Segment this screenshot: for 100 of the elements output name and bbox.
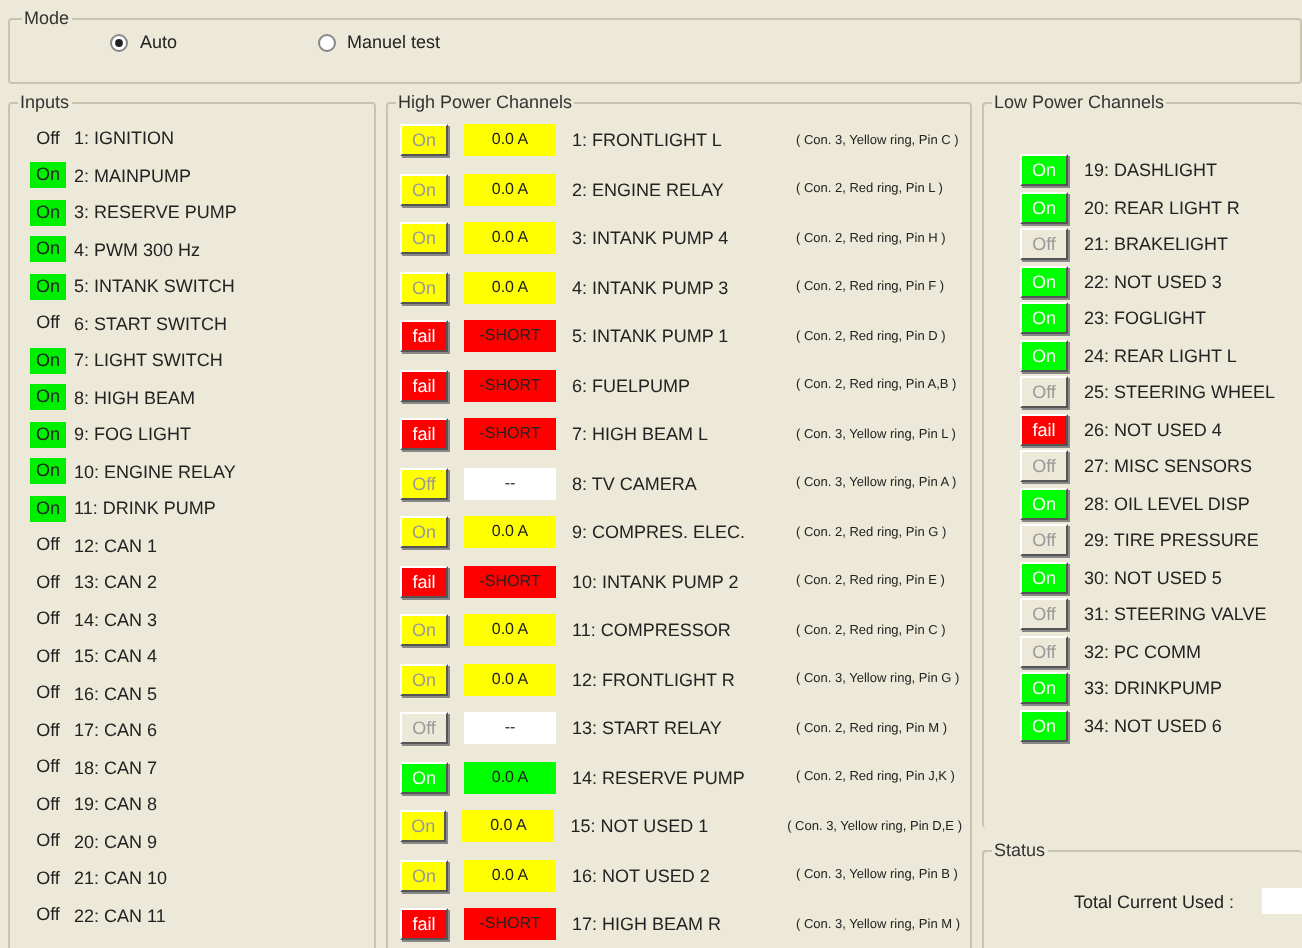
input-label: 9: FOG LIGHT (74, 424, 192, 445)
channel-toggle-button[interactable]: On (400, 663, 448, 696)
current-reading: 0.0 A (462, 810, 555, 843)
input-label: 6: START SWITCH (74, 313, 228, 334)
channel-label: 30: NOT USED 5 (1084, 567, 1222, 588)
channel-toggle-button[interactable]: Off (1020, 228, 1068, 261)
channel-toggle-button[interactable]: fail (400, 565, 448, 598)
channel-toggle-button[interactable]: On (400, 516, 448, 549)
current-reading: 0.0 A (464, 124, 556, 157)
channel-label: 31: STEERING VALVE (1084, 604, 1267, 625)
channel-toggle-button[interactable]: Off (1020, 598, 1068, 631)
input-label: 8: HIGH BEAM (74, 387, 196, 408)
channel-toggle-button[interactable]: Off (1020, 376, 1068, 409)
current-reading: -- (464, 712, 556, 745)
channel-toggle-button[interactable]: Off (1020, 524, 1068, 557)
channel-toggle-button[interactable]: On (1020, 561, 1068, 594)
channel-label: 27: MISC SENSORS (1084, 456, 1253, 477)
channel-toggle-button[interactable]: fail (1020, 413, 1068, 446)
status-indicator: Off (34, 754, 62, 781)
channel-label: 7: HIGH BEAM L (572, 424, 711, 445)
channel-toggle-button[interactable]: Off (1020, 450, 1068, 483)
status-indicator: Off (34, 643, 62, 670)
channel-toggle-button[interactable]: On (1020, 339, 1068, 372)
channel-toggle-button[interactable]: Off (400, 467, 448, 500)
current-reading: -SHORT (464, 369, 556, 402)
current-reading: 0.0 A (464, 663, 556, 696)
input-label: 18: CAN 7 (74, 757, 158, 778)
channel-label: 10: INTANK PUMP 2 (572, 571, 741, 592)
channel-toggle-button[interactable]: On (400, 614, 448, 647)
channel-toggle-button[interactable]: On (400, 222, 448, 255)
input-label: 7: LIGHT SWITCH (74, 350, 223, 371)
status-indicator: Off (34, 717, 62, 744)
channel-toggle-button[interactable]: On (1020, 709, 1068, 742)
radio-button[interactable] (317, 33, 336, 51)
group-title: Status (992, 840, 1048, 860)
channel-toggle-button[interactable]: Off (400, 712, 448, 745)
channel-toggle-button[interactable]: On (400, 271, 448, 304)
status-indicator: On (30, 495, 66, 522)
radio-button[interactable] (110, 33, 128, 51)
channel-label: 8: TV CAMERA (572, 473, 699, 494)
channel-label: 25: STEERING WHEEL (1084, 382, 1276, 403)
channel-toggle-button[interactable]: On (1020, 487, 1068, 520)
input-label: 3: RESERVE PUMP (74, 202, 237, 223)
status-indicator: On (30, 347, 66, 374)
channel-toggle-button[interactable]: fail (400, 908, 448, 941)
input-label: 20: CAN 9 (74, 831, 158, 852)
channel-label: 26: NOT USED 4 (1084, 419, 1222, 440)
channel-label: 34: NOT USED 6 (1084, 715, 1222, 736)
channel-toggle-button[interactable]: Off (1020, 635, 1068, 668)
channel-toggle-button[interactable]: On (1020, 672, 1068, 705)
status-indicator: Off (34, 569, 62, 596)
channel-toggle-button[interactable]: On (400, 810, 447, 843)
input-label: 14: CAN 3 (74, 609, 158, 630)
channel-toggle-button[interactable]: On (400, 124, 448, 157)
channel-label: 16: NOT USED 2 (572, 865, 712, 886)
channel-toggle-button[interactable]: On (1020, 154, 1068, 187)
status-indicator: Off (34, 902, 62, 929)
status-indicator: Off (34, 791, 62, 818)
input-label: 22: CAN 11 (74, 905, 166, 926)
channel-toggle-button[interactable]: On (1020, 191, 1068, 224)
channel-label: 6: FUELPUMP (572, 375, 693, 396)
channel-label: 17: HIGH BEAM R (572, 914, 724, 935)
channel-toggle-button[interactable]: On (1020, 302, 1068, 335)
input-label: 16: CAN 5 (74, 683, 158, 704)
channel-label: 19: DASHLIGHT (1084, 160, 1218, 181)
input-label: 19: CAN 8 (74, 794, 158, 815)
input-label: 10: ENGINE RELAY (74, 461, 236, 482)
channel-label: 1: FRONTLIGHT L (572, 130, 724, 151)
input-label: 4: PWM 300 Hz (74, 239, 201, 260)
channel-toggle-button[interactable]: On (400, 173, 448, 206)
channel-toggle-button[interactable]: On (400, 859, 448, 892)
channel-label: 3: INTANK PUMP 4 (572, 228, 731, 249)
status-indicator: Off (34, 680, 62, 707)
status-indicator: Off (34, 606, 62, 633)
channel-toggle-button[interactable]: fail (400, 369, 448, 402)
current-reading: 0.0 A (464, 614, 556, 647)
channel-label: 12: FRONTLIGHT R (572, 669, 737, 690)
input-label: 17: CAN 6 (74, 720, 158, 741)
channel-label: 14: RESERVE PUMP (572, 767, 747, 788)
channel-toggle-button[interactable]: fail (400, 320, 448, 353)
input-label: 2: MAINPUMP (74, 165, 192, 186)
radio-label: Manuel test (347, 32, 441, 52)
current-reading: -SHORT (464, 418, 556, 451)
group-title: Low Power Channels (992, 92, 1167, 112)
current-reading: 0.0 A (464, 271, 556, 304)
channel-toggle-button[interactable]: fail (400, 418, 448, 451)
input-label: 1: IGNITION (74, 128, 175, 149)
input-label: 15: CAN 4 (74, 646, 158, 667)
current-reading: 0.0 A (464, 761, 556, 794)
status-indicator: On (30, 236, 66, 263)
current-reading: 0.0 A (464, 173, 556, 206)
total-current-field[interactable] (1262, 888, 1302, 914)
channel-toggle-button[interactable]: On (1020, 265, 1068, 298)
channel-label: 4: INTANK PUMP 3 (572, 277, 731, 298)
channel-toggle-button[interactable]: On (400, 761, 448, 794)
current-reading: 0.0 A (464, 516, 556, 549)
status-indicator: Off (34, 828, 62, 855)
current-reading: -SHORT (464, 908, 556, 941)
channel-label: 24: REAR LIGHT L (1084, 345, 1237, 366)
channel-label: 21: BRAKELIGHT (1084, 234, 1229, 255)
